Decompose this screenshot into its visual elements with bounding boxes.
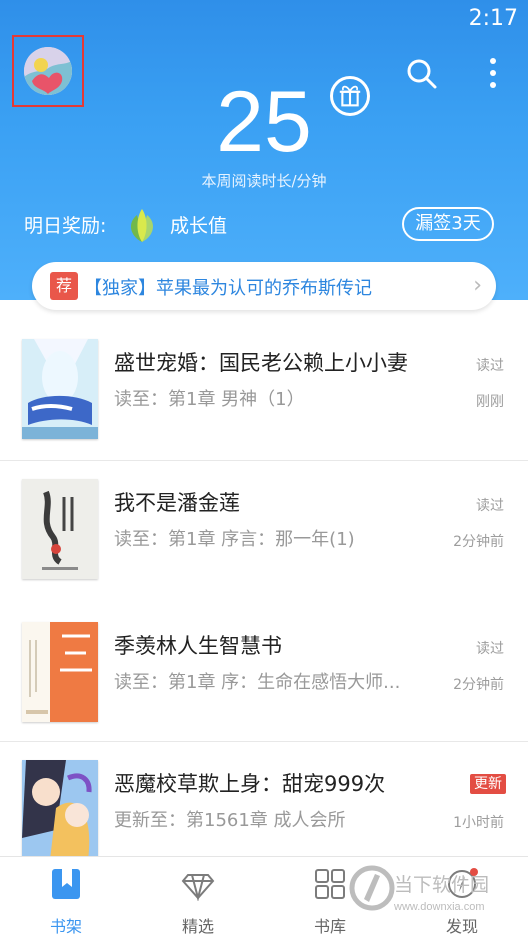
more-menu-icon[interactable] xyxy=(488,56,498,90)
growth-value-label: 成长值 xyxy=(170,215,228,237)
book-update-time: 1小时前 xyxy=(453,815,504,831)
book-status-tag: 读过 xyxy=(476,641,504,657)
avatar-image xyxy=(24,47,72,95)
svg-text:当下软件园: 当下软件园 xyxy=(394,874,489,896)
book-cover-image xyxy=(22,339,98,439)
book-progress: 读至：第1章 序言：那一年(1) xyxy=(114,529,355,550)
recommend-badge: 荐 xyxy=(50,272,78,300)
grid-icon xyxy=(315,869,345,899)
tab-featured[interactable]: 精选 xyxy=(132,857,264,940)
growth-leaf-icon xyxy=(130,209,154,242)
recommendation-banner[interactable]: 荐 【独家】苹果最为认可的乔布斯传记 › xyxy=(32,262,496,310)
status-bar: 2:17 xyxy=(0,0,528,40)
book-list-item[interactable]: 恶魔校草欺上身：甜宠999次 更新至：第1561章 成人会所 更新 1小时前 xyxy=(0,742,528,862)
svg-text:www.downxia.com: www.downxia.com xyxy=(393,901,484,913)
avatar-highlight-frame[interactable] xyxy=(12,35,84,107)
gift-icon[interactable] xyxy=(330,76,370,116)
book-update-time: 2分钟前 xyxy=(453,677,504,693)
recommendation-text[interactable]: 【独家】苹果最为认可的乔布斯传记 xyxy=(84,274,372,300)
book-cover-image xyxy=(22,760,98,860)
book-cover-image xyxy=(22,479,98,579)
book-title[interactable]: 我不是潘金莲 xyxy=(114,487,240,517)
book-title[interactable]: 季羡林人生智慧书 xyxy=(114,630,282,660)
status-time: 2:17 xyxy=(468,6,518,31)
book-list-item[interactable]: 季羡林人生智慧书 读至：第1章 序：生命在感悟大师... 读过 2分钟前 xyxy=(0,604,528,742)
bookshelf-screen: 2:17 25 本周阅读时长/分钟 明日奖励: 成长值 漏签3天 荐 【独家】苹… xyxy=(0,0,528,940)
search-icon[interactable] xyxy=(404,56,438,90)
book-progress: 读至：第1章 男神（1） xyxy=(114,389,305,410)
book-title[interactable]: 盛世宠婚：国民老公赖上小小妻 xyxy=(114,347,408,377)
book-progress: 读至：第1章 序：生命在感悟大师... xyxy=(114,672,401,693)
book-list-item[interactable]: 盛世宠婚：国民老公赖上小小妻 读至：第1章 男神（1） 读过 刚刚 xyxy=(0,321,528,461)
book-update-time: 刚刚 xyxy=(476,394,504,410)
diamond-icon xyxy=(181,874,215,901)
tab-label: 书架 xyxy=(49,917,82,936)
book-status-tag: 读过 xyxy=(476,358,504,374)
book-status-tag: 读过 xyxy=(476,498,504,514)
bookmark-book-icon xyxy=(52,869,80,899)
tab-bookshelf[interactable]: 书架 xyxy=(0,857,132,940)
chevron-right-icon: › xyxy=(473,273,482,298)
book-update-time: 2分钟前 xyxy=(453,534,504,550)
book-new-badge: 更新 xyxy=(470,774,506,794)
weekly-reading-label: 本周阅读时长/分钟 xyxy=(201,172,327,190)
reading-stats-header: 2:17 25 本周阅读时长/分钟 明日奖励: 成长值 漏签3天 xyxy=(0,0,528,300)
weekly-reading-minutes: 25 xyxy=(216,74,312,170)
book-title[interactable]: 恶魔校草欺上身：甜宠999次 xyxy=(114,768,385,798)
watermark-logo: 当下软件园 www.downxia.com xyxy=(344,864,512,920)
book-cover-image xyxy=(22,622,98,722)
book-progress: 更新至：第1561章 成人会所 xyxy=(114,810,346,831)
tomorrow-reward-label: 明日奖励: xyxy=(24,215,107,237)
missed-check-in-button[interactable]: 漏签3天 xyxy=(402,207,494,241)
tab-label: 精选 xyxy=(181,917,214,936)
book-list-item[interactable]: 我不是潘金莲 读至：第1章 序言：那一年(1) 读过 2分钟前 xyxy=(0,461,528,605)
avatar[interactable] xyxy=(24,47,72,95)
